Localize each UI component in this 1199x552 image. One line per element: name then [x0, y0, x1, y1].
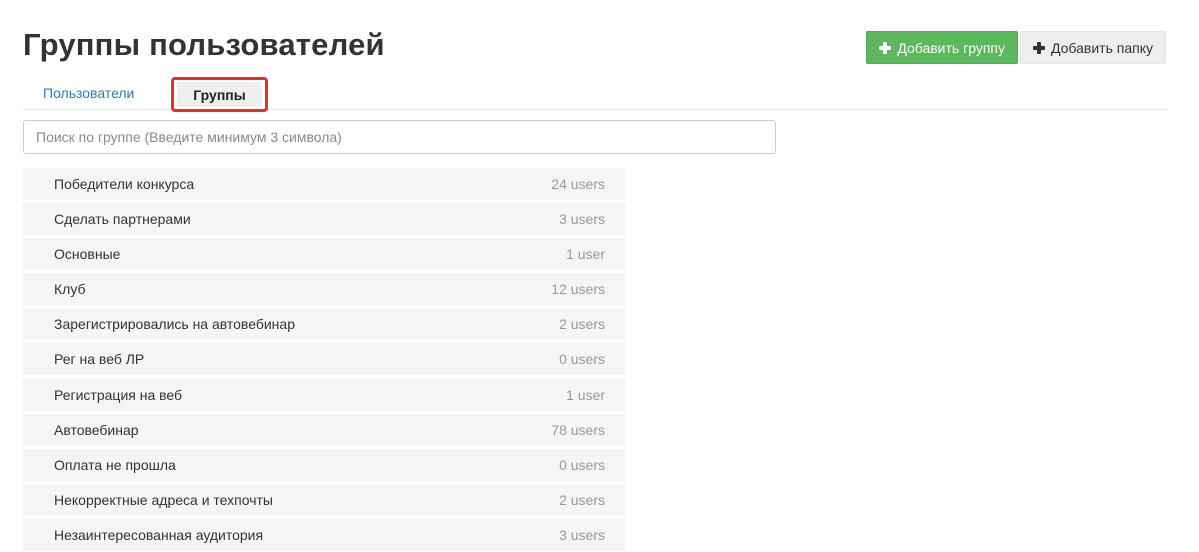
- group-user-count: 12 users: [551, 281, 605, 298]
- list-item[interactable]: Победители конкурса 24 users: [23, 168, 625, 200]
- list-item[interactable]: Оплата не прошла 0 users: [23, 448, 625, 481]
- group-name: Основные: [54, 246, 121, 263]
- group-user-count: 3 users: [559, 211, 605, 228]
- list-item[interactable]: Незаинтересованная аудитория 3 users: [23, 518, 625, 551]
- group-user-count: 0 users: [559, 456, 605, 473]
- group-name: Автовебинар: [54, 421, 139, 438]
- group-name: Некорректные адреса и техпочты: [54, 491, 273, 508]
- add-group-label: Добавить группу: [897, 39, 1005, 56]
- group-name: Зарегистрировались на автовебинар: [54, 316, 295, 333]
- list-item[interactable]: Автовебинар 78 users: [23, 413, 625, 446]
- group-list: Победители конкурса 24 users Сделать пар…: [23, 168, 625, 552]
- tabs: Пользователи Группы: [23, 76, 1166, 112]
- group-name: Клуб: [54, 281, 86, 298]
- group-user-count: 2 users: [559, 316, 605, 333]
- group-name: Победители конкурса: [54, 176, 195, 192]
- tab-groups-highlight[interactable]: Группы: [171, 77, 268, 112]
- page-title: Группы пользователей: [23, 27, 385, 62]
- list-item[interactable]: Регистрация на веб 1 user: [23, 378, 625, 411]
- list-item[interactable]: Рег на веб ЛР 0 users: [23, 343, 625, 376]
- group-user-count: 78 users: [551, 421, 605, 438]
- group-user-count: 3 users: [559, 526, 605, 543]
- search-input[interactable]: [23, 120, 776, 154]
- group-user-count: 1 user: [566, 246, 605, 263]
- group-name: Незаинтересованная аудитория: [54, 526, 264, 543]
- add-folder-label: Добавить папку: [1051, 39, 1153, 56]
- list-item[interactable]: Сделать партнерами 3 users: [23, 203, 625, 236]
- group-user-count: 0 users: [559, 351, 605, 368]
- add-folder-button[interactable]: Добавить папку: [1020, 31, 1166, 64]
- tab-groups[interactable]: Группы: [177, 82, 262, 107]
- group-user-count: 2 users: [559, 491, 605, 508]
- list-item[interactable]: Некорректные адреса и техпочты 2 users: [23, 483, 625, 516]
- plus-icon: [879, 41, 892, 54]
- page: Группы пользователей Добавить группу Доб…: [0, 0, 1199, 552]
- group-name: Регистрация на веб: [54, 386, 183, 403]
- add-group-button[interactable]: Добавить группу: [866, 31, 1018, 64]
- group-user-count: 1 user: [566, 386, 605, 403]
- group-name: Сделать партнерами: [54, 211, 191, 228]
- group-name: Рег на веб ЛР: [54, 351, 145, 368]
- list-item[interactable]: Зарегистрировались на автовебинар 2 user…: [23, 308, 625, 341]
- group-name: Оплата не прошла: [54, 456, 176, 473]
- list-item[interactable]: Основные 1 user: [23, 238, 625, 271]
- tab-users[interactable]: Пользователи: [43, 85, 134, 101]
- plus-icon: [1033, 41, 1045, 54]
- group-user-count: 24 users: [551, 176, 605, 192]
- list-item[interactable]: Клуб 12 users: [23, 273, 625, 306]
- header-actions: Добавить группу Добавить папку: [866, 31, 1166, 64]
